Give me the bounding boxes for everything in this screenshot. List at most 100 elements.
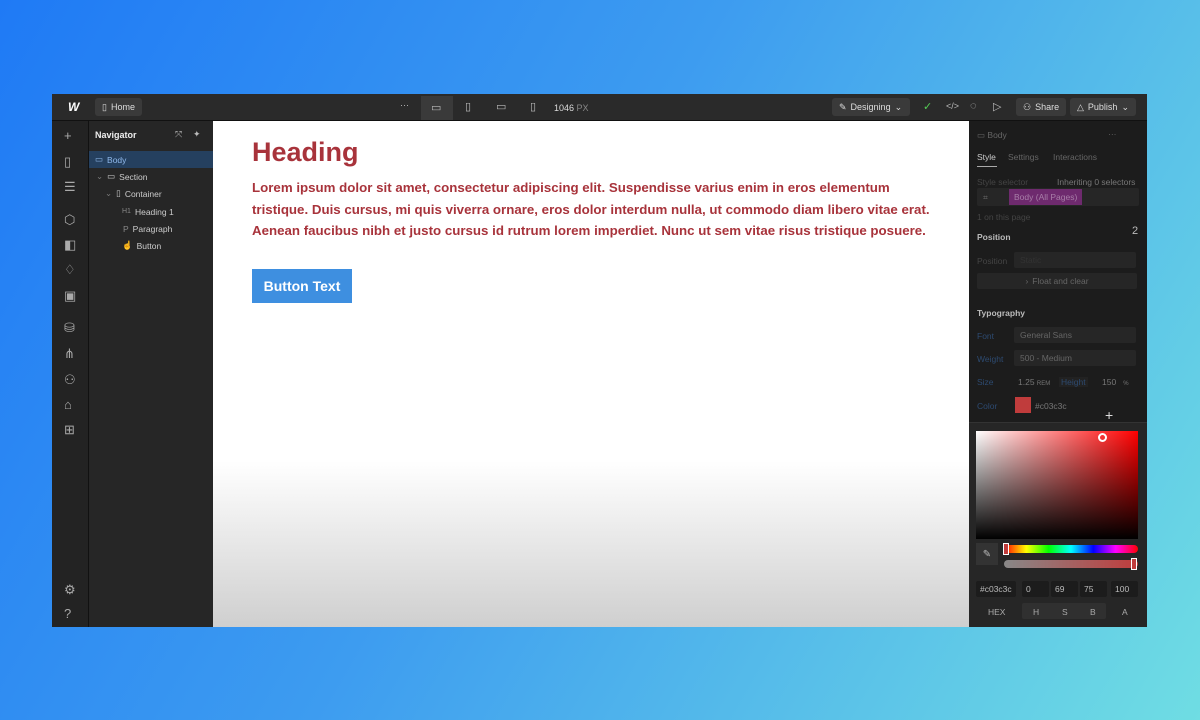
canvas-button[interactable]: Button Text [252,269,352,303]
design-canvas[interactable]: Heading Lorem ipsum dolor sit amet, cons… [213,121,969,627]
add-icon[interactable]: + [64,128,72,143]
check-circle-icon[interactable]: ✓ [923,100,932,113]
selector-icon: ⌗ [983,191,988,202]
b-label: B [1090,607,1096,617]
nav-item-section[interactable]: ⌄ ▭ Section [89,168,213,185]
nav-item-paragraph[interactable]: P Paragraph [89,220,213,237]
chevron-down-icon: ⌄ [1121,101,1129,112]
pages-icon[interactable]: ▯ [64,154,71,170]
assets-icon[interactable]: ▣ [64,288,76,304]
collapse-icon[interactable]: ⤧ [175,129,182,140]
saturation-brightness-area[interactable] [976,431,1138,539]
float-and-clear[interactable]: › Float and clear [977,273,1137,289]
brightness-input[interactable]: 75 [1080,581,1107,597]
alpha-handle[interactable] [1131,558,1137,570]
left-toolbar: + ▯ ☰ ⬡ ◧ ♢ ▣ ⛁ ⋔ ⚇ ⌂ ⊞ ⚙ ? [52,121,89,627]
nav-item-button[interactable]: ☝ Button [89,237,213,254]
brush-icon: ✎ [839,101,847,112]
element-label: ▭ Body [977,130,1007,140]
color-value[interactable]: #c03c3c [1035,401,1067,411]
logic-icon[interactable]: ⋔ [64,346,75,362]
ecommerce-icon[interactable]: ⌂ [64,397,72,412]
comment-icon[interactable]: ◌ [970,100,977,112]
tab-settings[interactable]: Settings [1008,152,1039,162]
section-icon: ▭ [107,171,116,181]
hue-input[interactable]: 0 [1022,581,1049,597]
body-icon: ▭ [95,154,104,164]
chevron-down-icon: ⌄ [105,188,113,198]
nav-item-container[interactable]: ⌄ ▯ Container [89,185,213,202]
nav-item-body[interactable]: ▭ Body [89,151,213,168]
desktop-icon: ▭ [431,102,442,114]
tab-style[interactable]: Style [977,152,996,162]
mobile-landscape-icon[interactable]: ▭ [496,100,506,113]
top-bar: W ▯ Home ··· ▭ ▯ ▭ ▯ 1046 PX ✎ Designing ⌄ … [52,94,1147,121]
mode-dropdown[interactable]: ✎ Designing ⌄ [832,98,910,116]
navigator-icon[interactable]: ☰ [64,179,76,195]
publish-icon: △ [1077,101,1084,112]
webflow-logo[interactable]: W [68,100,79,114]
selector-chip[interactable]: Body (All Pages) [1009,189,1083,205]
nav-item-heading[interactable]: H1 Heading 1 [89,203,213,220]
navigator-panel: Navigator ⤧ ✦ ▭ Body ⌄ ▭ Section ⌄ ▯ Containe… [89,121,213,627]
height-input[interactable]: 150 % [1102,377,1129,387]
more-icon[interactable]: ··· [1108,129,1117,139]
canvas-heading[interactable]: Heading [252,137,359,168]
user-icon: ⚇ [1023,101,1032,112]
canvas-paragraph[interactable]: Lorem ipsum dolor sit amet, consectetur … [252,177,937,242]
components-icon[interactable]: ⬡ [64,212,75,228]
container-icon: ▯ [116,188,121,198]
eyedropper-icon[interactable]: ✎ [976,543,998,565]
tab-interactions[interactable]: Interactions [1053,152,1097,162]
share-button[interactable]: ⚇ Share [1016,98,1067,116]
more-breakpoints-icon[interactable]: ··· [400,100,409,110]
alpha-slider[interactable] [1004,558,1138,570]
crosshair-cursor-icon: + [1105,407,1114,423]
canvas-width: 1046 PX [554,103,589,113]
weight-select[interactable]: 500 - Medium [1014,350,1136,366]
saturation-input[interactable]: 69 [1051,581,1078,597]
help-icon[interactable]: ? [64,606,71,621]
chevron-down-icon: ⌄ [96,171,104,181]
page-switcher[interactable]: ▯ Home [95,98,142,116]
variables-icon[interactable]: ♢ [64,262,76,278]
color-picker: ✎ #c03c3c 0 69 75 100 HEX H S B A [969,422,1147,627]
position-select[interactable]: Static [1014,252,1136,268]
size-label: Size [977,377,994,387]
s-label: S [1062,607,1068,617]
apps-icon[interactable]: ⊞ [64,422,75,438]
chevron-down-icon: ⌄ [894,101,903,112]
hex-mode-label[interactable]: HEX [988,607,1005,617]
cms-icon[interactable]: ⛁ [64,320,75,336]
inheriting-label: Inheriting 0 selectors [1057,177,1136,187]
font-select[interactable]: General Sans [1014,327,1136,343]
preview-play-icon[interactable]: ▷ [993,100,1001,113]
pin-icon[interactable]: ✦ [193,129,201,140]
navigator-title: Navigator [95,130,137,140]
hue-slider[interactable] [1003,543,1138,555]
styles-icon[interactable]: ◧ [64,237,76,253]
hex-input[interactable]: #c03c3c [976,581,1016,597]
color-swatch[interactable] [1015,397,1031,413]
breakpoint-desktop[interactable]: ▭ [421,96,453,120]
page-icon: ▯ [102,101,107,112]
size-input[interactable]: 1.25 REM [1018,377,1050,387]
alpha-input[interactable]: 100 [1111,581,1138,597]
code-icon[interactable]: </> [946,101,959,111]
webflow-designer-window: W ▯ Home ··· ▭ ▯ ▭ ▯ 1046 PX ✎ Designing ⌄ … [52,94,1147,627]
settings-icon[interactable]: ⚙ [64,582,76,598]
color-label: Color [977,401,998,411]
tablet-icon[interactable]: ▯ [465,100,471,113]
on-page-count: 1 on this page [977,212,1031,222]
selector-field[interactable]: ⌗ Body (All Pages) [977,188,1139,206]
position-section-title[interactable]: Position [977,232,1011,242]
typography-section-title[interactable]: Typography [977,308,1025,318]
hue-handle[interactable] [1003,543,1009,555]
tab-underline [977,166,997,167]
mobile-portrait-icon[interactable]: ▯ [530,100,536,113]
a-label: A [1122,607,1128,617]
position-label: Position [977,256,1008,266]
publish-button[interactable]: △ Publish ⌄ [1070,98,1136,116]
color-handle[interactable] [1098,433,1107,442]
users-icon[interactable]: ⚇ [64,372,76,388]
